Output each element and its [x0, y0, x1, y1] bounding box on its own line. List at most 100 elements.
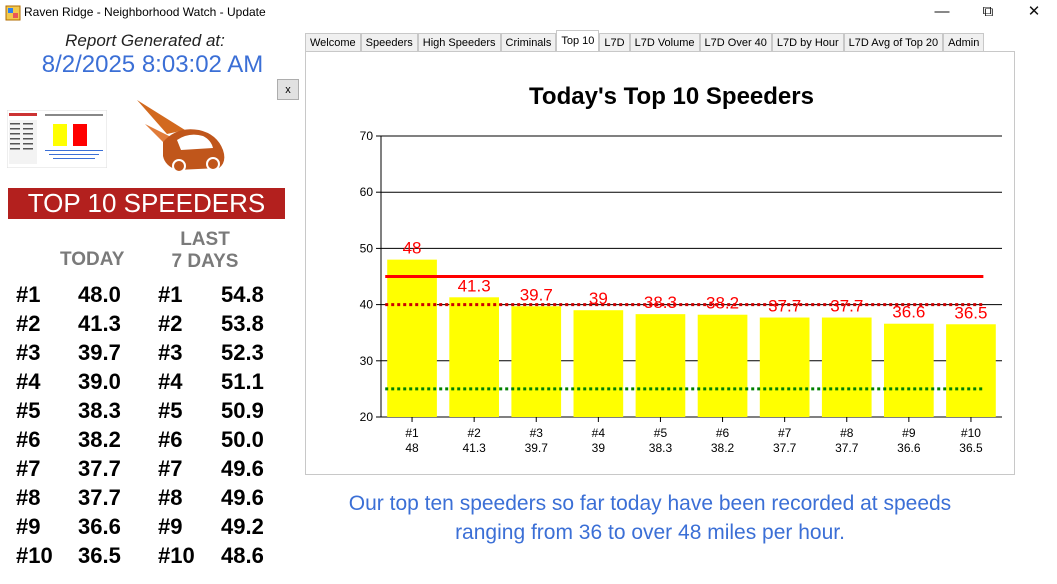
- ranking-today-speed: 36.5: [78, 543, 121, 568]
- summary-caption-line1: Our top ten speeders so far today have b…: [348, 492, 952, 515]
- ranking-last-speed: 48.6: [221, 543, 264, 568]
- x-tick-label: #4: [592, 426, 606, 440]
- x-tick-label: #3: [530, 426, 544, 440]
- x-tick-sublabel: 39.7: [525, 441, 549, 455]
- close-window-button[interactable]: ✕: [1011, 0, 1057, 26]
- ranking-last-rank: #10: [158, 543, 195, 568]
- y-tick-label: 20: [360, 410, 374, 424]
- data-label-5: 38.3: [644, 293, 677, 312]
- bar-8: [821, 317, 872, 417]
- bar-6: [697, 314, 748, 417]
- tab-high-speeders[interactable]: High Speeders: [417, 33, 501, 51]
- x-tick-label: #7: [778, 426, 792, 440]
- ranking-today-speed: 36.6: [78, 514, 121, 539]
- ranking-today-speed: 39.0: [78, 369, 121, 394]
- ranking-last-rank: #7: [158, 456, 183, 481]
- minimize-button[interactable]: —: [919, 0, 965, 26]
- tab-l7d-over-40[interactable]: L7D Over 40: [699, 33, 772, 51]
- data-label-9: 36.6: [892, 303, 925, 322]
- tab-l7d[interactable]: L7D: [599, 33, 630, 51]
- last-7-days-column-header: LAST 7 DAYS: [160, 229, 250, 273]
- ranking-last-speed: 50.0: [221, 427, 264, 452]
- ranking-today-speed: 38.2: [78, 427, 121, 452]
- x-tick-sublabel: 39: [592, 441, 606, 455]
- ranking-last-rank: #1: [158, 282, 183, 307]
- ranking-today-speed: 41.3: [78, 311, 121, 336]
- ranking-last-speed: 49.6: [221, 456, 264, 481]
- last-7-days-header-line1: LAST: [180, 229, 230, 250]
- data-label-3: 39.7: [520, 285, 553, 304]
- x-tick-label: #1: [405, 426, 419, 440]
- ranking-last-speed: 52.3: [221, 340, 264, 365]
- tab-top-10[interactable]: Top 10: [556, 30, 600, 51]
- tab-l7d-by-hour[interactable]: L7D by Hour: [771, 33, 844, 51]
- ranking-last-speed: 49.2: [221, 514, 264, 539]
- tab-admin[interactable]: Admin: [943, 33, 985, 51]
- x-tick-label: #8: [840, 426, 854, 440]
- bar-1: [387, 259, 437, 417]
- ranking-last-rank: #5: [158, 398, 183, 423]
- ranking-today-rank: #9: [16, 514, 41, 539]
- ranking-last-rank: #6: [158, 427, 183, 452]
- summary-caption-line2: ranging from 36 to over 48 miles per hou…: [455, 521, 845, 544]
- bar-3: [511, 306, 562, 417]
- ranking-last-rank: #4: [158, 369, 183, 394]
- data-label-7: 37.7: [768, 297, 801, 316]
- ranking-last-speed: 49.6: [221, 485, 264, 510]
- tab-l7d-volume[interactable]: L7D Volume: [629, 33, 700, 51]
- report-generated-label: Report Generated at:: [65, 31, 225, 50]
- y-tick-label: 70: [360, 129, 374, 143]
- y-tick-label: 60: [360, 185, 374, 199]
- x-tick-sublabel: 36.5: [959, 441, 983, 455]
- bar-7: [759, 317, 810, 417]
- tab-speeders[interactable]: Speeders: [360, 33, 418, 51]
- ranking-last-rank: #3: [158, 340, 183, 365]
- x-tick-sublabel: 37.7: [773, 441, 797, 455]
- x-tick-label: #6: [716, 426, 730, 440]
- x-tick-sublabel: 41.3: [462, 441, 486, 455]
- chart-title: Today's Top 10 Speeders: [529, 83, 814, 110]
- x-tick-sublabel: 37.7: [835, 441, 859, 455]
- maximize-button[interactable]: ⧉: [965, 0, 1011, 26]
- ranking-last-speed: 50.9: [221, 398, 264, 423]
- ranking-today-speed: 38.3: [78, 398, 121, 423]
- bar-5: [635, 314, 686, 417]
- ranking-today-speed: 48.0: [78, 282, 121, 307]
- report-thumbnail-image: [7, 110, 107, 168]
- x-tick-label: #2: [467, 426, 481, 440]
- ranking-today-speed: 39.7: [78, 340, 121, 365]
- app-icon: [5, 5, 21, 21]
- data-label-8: 37.7: [830, 297, 863, 316]
- ranking-today-rank: #7: [16, 456, 41, 481]
- x-tick-label: #5: [654, 426, 668, 440]
- bar-4: [573, 310, 624, 417]
- ranking-today-speed: 37.7: [78, 485, 121, 510]
- y-tick-label: 30: [360, 354, 374, 368]
- bar-10: [946, 324, 996, 417]
- x-tick-sublabel: 48: [405, 441, 419, 455]
- ranking-last-rank: #8: [158, 485, 183, 510]
- bar-2: [449, 297, 499, 417]
- top-speeders-banner: TOP 10 SPEEDERS: [8, 188, 285, 219]
- data-label-1: 48: [403, 239, 422, 258]
- window-title: Raven Ridge - Neighborhood Watch - Updat…: [24, 5, 266, 19]
- today-column-header: TODAY: [60, 249, 125, 270]
- last-7-days-header-line2: 7 DAYS: [171, 251, 239, 272]
- ranking-last-speed: 53.8: [221, 311, 264, 336]
- top10-bar-chart: Today's Top 10 Speeders20304050607048#14…: [360, 83, 1002, 455]
- tab-l7d-avg-of-top-20[interactable]: L7D Avg of Top 20: [843, 33, 944, 51]
- y-tick-label: 40: [360, 298, 374, 312]
- data-label-4: 39: [589, 289, 608, 308]
- tab-welcome[interactable]: Welcome: [305, 33, 361, 51]
- data-label-10: 36.5: [954, 303, 987, 322]
- ranking-today-rank: #5: [16, 398, 41, 423]
- x-tick-sublabel: 36.6: [897, 441, 921, 455]
- x-tick-sublabel: 38.2: [711, 441, 735, 455]
- data-label-6: 38.2: [706, 294, 739, 313]
- ranking-today-rank: #10: [16, 543, 53, 568]
- ranking-today-speed: 37.7: [78, 456, 121, 481]
- tab-criminals[interactable]: Criminals: [500, 33, 557, 51]
- data-label-2: 41.3: [458, 276, 491, 295]
- ranking-last-rank: #2: [158, 311, 183, 336]
- close-panel-button[interactable]: x: [277, 79, 299, 100]
